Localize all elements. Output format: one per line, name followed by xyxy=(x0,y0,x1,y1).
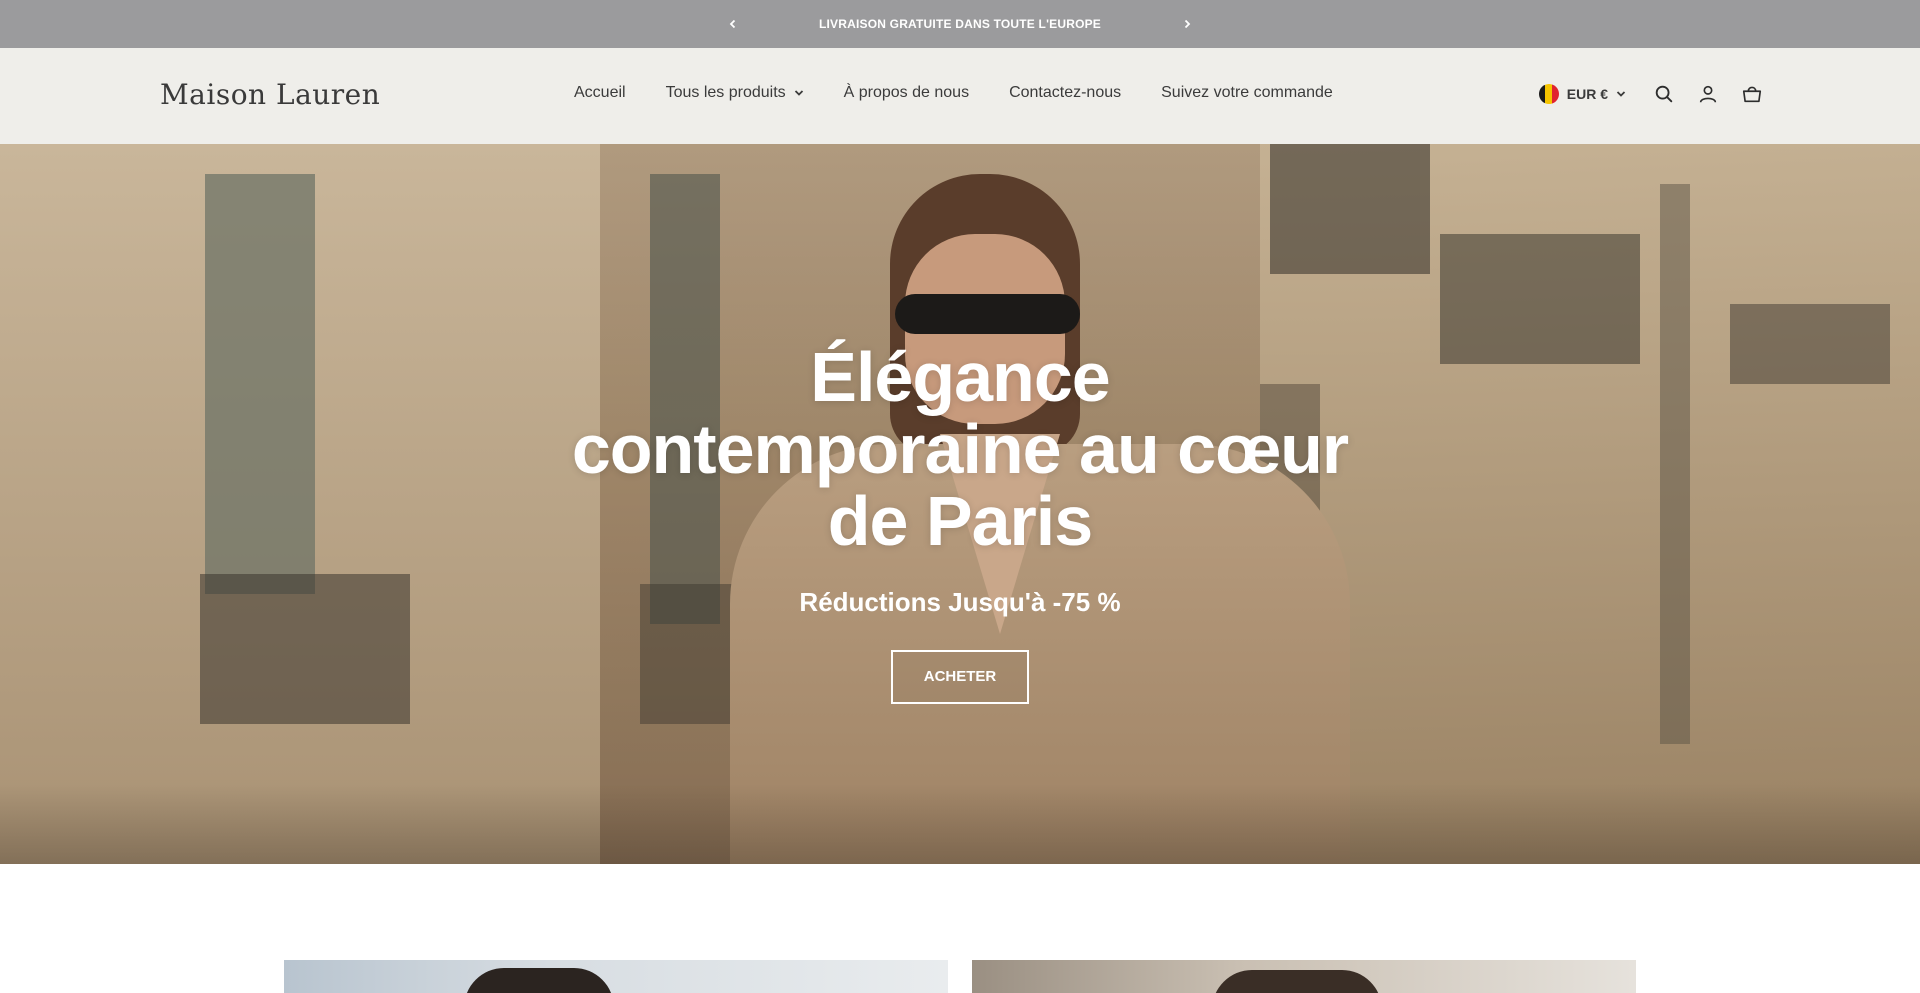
nav-item-a-propos[interactable]: À propos de nous xyxy=(844,84,969,102)
search-icon xyxy=(1655,85,1673,103)
collection-card-right[interactable] xyxy=(972,960,1636,993)
announcement-next-button[interactable] xyxy=(1175,12,1199,36)
main-nav: Accueil Tous les produits À propos de no… xyxy=(574,84,1333,102)
nav-item-label: Tous les produits xyxy=(665,84,786,101)
site-logo[interactable]: Maison Lauren xyxy=(160,78,380,111)
currency-label: EUR € xyxy=(1566,86,1608,102)
announcement-prev-button[interactable] xyxy=(721,12,745,36)
cart-icon xyxy=(1742,86,1762,103)
nav-item-label: Contactez-nous xyxy=(1009,84,1122,101)
nav-item-tous-les-produits[interactable]: Tous les produits xyxy=(666,84,804,102)
search-button[interactable] xyxy=(1652,82,1676,106)
cart-button[interactable] xyxy=(1740,82,1764,106)
hero-banner: Élégance contemporaine au cœur de Paris … xyxy=(0,144,1920,864)
nav-item-accueil[interactable]: Accueil xyxy=(574,84,626,102)
chevron-right-icon xyxy=(1184,19,1191,29)
chevron-down-icon xyxy=(794,90,803,96)
chevron-left-icon xyxy=(729,19,736,29)
currency-selector[interactable]: EUR € xyxy=(1538,84,1626,104)
nav-item-label: Accueil xyxy=(574,84,626,101)
header-tools: EUR € xyxy=(1538,82,1764,106)
nav-item-label: Suivez votre commande xyxy=(1161,84,1333,101)
announcement-message: LIVRAISON GRATUITE DANS TOUTE L'EUROPE xyxy=(818,17,1102,31)
hero-subtitle: Réductions Jusqu'à -75 % xyxy=(799,586,1121,617)
account-icon xyxy=(1699,85,1717,103)
site-header: Maison Lauren Accueil Tous les produits … xyxy=(0,48,1920,144)
nav-item-contact[interactable]: Contactez-nous xyxy=(1009,84,1121,102)
chevron-down-icon xyxy=(1616,91,1626,97)
shop-now-button[interactable]: ACHETER xyxy=(891,649,1029,704)
hero-title: Élégance contemporaine au cœur de Paris xyxy=(571,337,1349,560)
collection-section xyxy=(0,864,1920,993)
nav-item-label: À propos de nous xyxy=(843,84,970,101)
announcement-bar: LIVRAISON GRATUITE DANS TOUTE L'EUROPE xyxy=(0,0,1920,48)
hero-content: Élégance contemporaine au cœur de Paris … xyxy=(0,144,1920,864)
account-button[interactable] xyxy=(1696,82,1720,106)
nav-item-suivez-commande[interactable]: Suivez votre commande xyxy=(1161,84,1333,102)
collection-card-left[interactable] xyxy=(284,960,948,993)
belgium-flag-icon xyxy=(1538,84,1559,104)
